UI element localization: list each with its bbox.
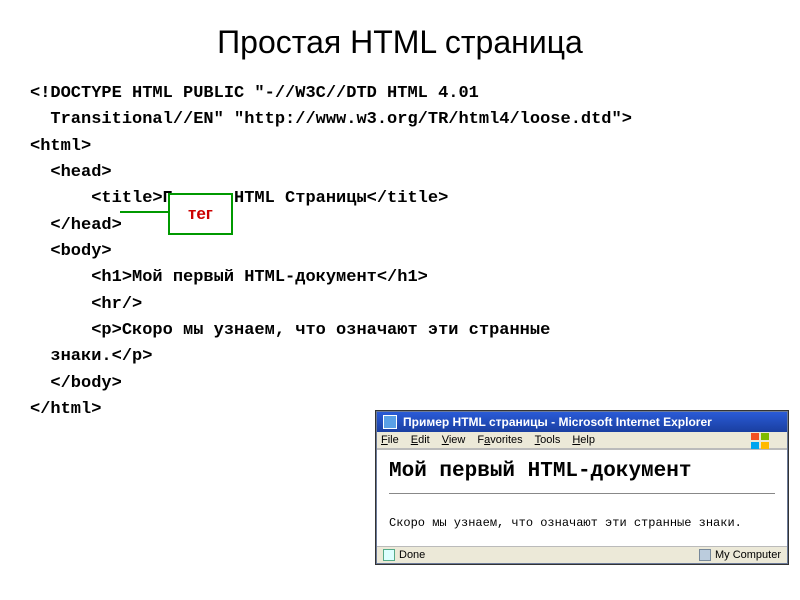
browser-content: Мой первый HTML-документ Скоро мы узнаем… (377, 449, 787, 546)
ie-icon (383, 415, 397, 429)
browser-window: Пример HTML страницы - Microsoft Interne… (376, 411, 788, 564)
browser-menubar: File Edit View Favorites Tools Help (377, 432, 787, 449)
menu-view[interactable]: View (442, 434, 466, 446)
windows-logo-icon (751, 433, 771, 449)
code-line: </head> (30, 213, 770, 239)
done-icon (383, 549, 395, 561)
status-zone: My Computer (699, 549, 781, 561)
callout-tag-label: тег (168, 193, 233, 235)
browser-statusbar: Done My Computer (377, 546, 787, 563)
menu-help[interactable]: Help (572, 434, 595, 446)
menu-file[interactable]: File (381, 434, 399, 446)
status-done-text: Done (399, 549, 425, 561)
code-line: <title>Пример HTML Страницы</title> (30, 186, 770, 212)
menu-favorites[interactable]: Favorites (477, 434, 522, 446)
browser-title-text: Пример HTML страницы - Microsoft Interne… (403, 415, 712, 429)
code-line: <!DOCTYPE HTML PUBLIC "-//W3C//DTD HTML … (30, 81, 770, 134)
rendered-hr (389, 493, 775, 494)
code-line: <head> (30, 160, 770, 186)
code-line: <hr/> (30, 292, 770, 318)
rendered-paragraph: Скоро мы узнаем, что означают эти странн… (389, 516, 775, 530)
code-line: <html> (30, 134, 770, 160)
code-line: <h1>Мой первый HTML-документ</h1> (30, 265, 770, 291)
code-example: <!DOCTYPE HTML PUBLIC "-//W3C//DTD HTML … (0, 71, 800, 423)
slide-title: Простая HTML страница (0, 0, 800, 71)
status-done: Done (383, 549, 425, 561)
browser-titlebar: Пример HTML страницы - Microsoft Interne… (377, 412, 787, 432)
status-zone-text: My Computer (715, 549, 781, 561)
callout-connector (120, 211, 168, 213)
menu-edit[interactable]: Edit (411, 434, 430, 446)
menu-tools[interactable]: Tools (535, 434, 561, 446)
computer-icon (699, 549, 711, 561)
rendered-h1: Мой первый HTML-документ (389, 460, 775, 483)
code-line: <p>Скоро мы узнаем, что означают эти стр… (30, 318, 770, 371)
code-line: </body> (30, 371, 770, 397)
code-line: <body> (30, 239, 770, 265)
